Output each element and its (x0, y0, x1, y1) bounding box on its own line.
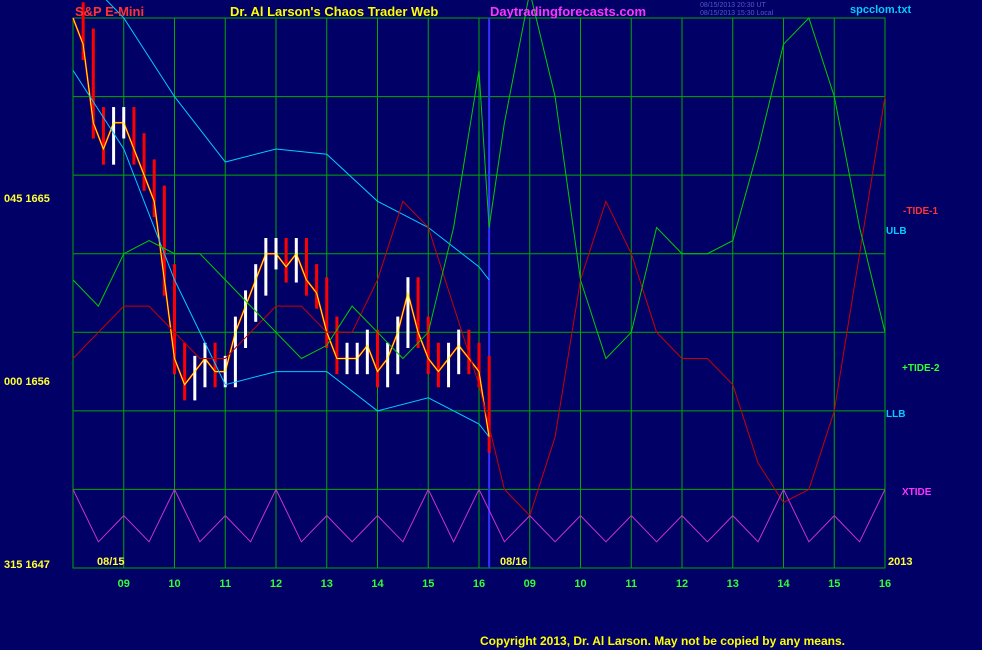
date-label-next: 08/16 (500, 556, 528, 568)
y-tick-label-top: 045 1665 (4, 193, 50, 205)
x-tick-label: 13 (320, 578, 333, 590)
date-label-start: 08/15 (97, 556, 125, 568)
legend-tide2: +TIDE-2 (902, 363, 940, 374)
x-tick-label: 15 (422, 578, 435, 590)
legend-xtide: XTIDE (902, 487, 932, 498)
price-average-line (72, 17, 490, 438)
x-tick-label: 14 (777, 578, 790, 590)
legend-llb: LLB (886, 409, 906, 420)
chart-plot-area (72, 0, 886, 569)
chart-title: Dr. Al Larson's Chaos Trader Web (230, 4, 439, 19)
x-tick-label: 12 (269, 578, 283, 590)
x-tick-label: 10 (168, 578, 181, 590)
y-tick-label-bottom: 315 1647 (4, 559, 50, 571)
x-tick-label: 16 (878, 578, 892, 590)
timestamp-ut: 08/15/2013 20:30 UT (700, 2, 766, 9)
x-tick-label: 16 (472, 578, 486, 590)
x-tick-label: 10 (574, 578, 587, 590)
y-tick-label-mid: 000 1656 (4, 376, 50, 388)
instrument-title: S&P E-Mini (75, 4, 145, 19)
copyright-notice: Copyright 2013, Dr. Al Larson. May not b… (480, 634, 845, 648)
x-tick-label: 15 (828, 578, 841, 590)
x-tick-label: 09 (117, 578, 130, 590)
legend-ulb: ULB (886, 226, 907, 237)
x-tick-label: 14 (371, 578, 384, 590)
x-tick-label: 11 (625, 578, 638, 590)
x-tick-label: 11 (219, 578, 232, 590)
site-link[interactable]: Daytradingforecasts.com (490, 4, 646, 19)
series-line-ulb (105, 0, 490, 281)
year-label: 2013 (888, 556, 913, 568)
x-tick-label: 09 (523, 578, 536, 590)
x-tick-label: 12 (675, 578, 689, 590)
series-line-price (72, 17, 491, 438)
legend-tide1: -TIDE-1 (903, 206, 938, 217)
x-tick-label: 13 (726, 578, 739, 590)
timestamp-local: 08/15/2013 15:30 Local (700, 10, 774, 17)
data-file-name: spcclom.txt (850, 4, 912, 16)
